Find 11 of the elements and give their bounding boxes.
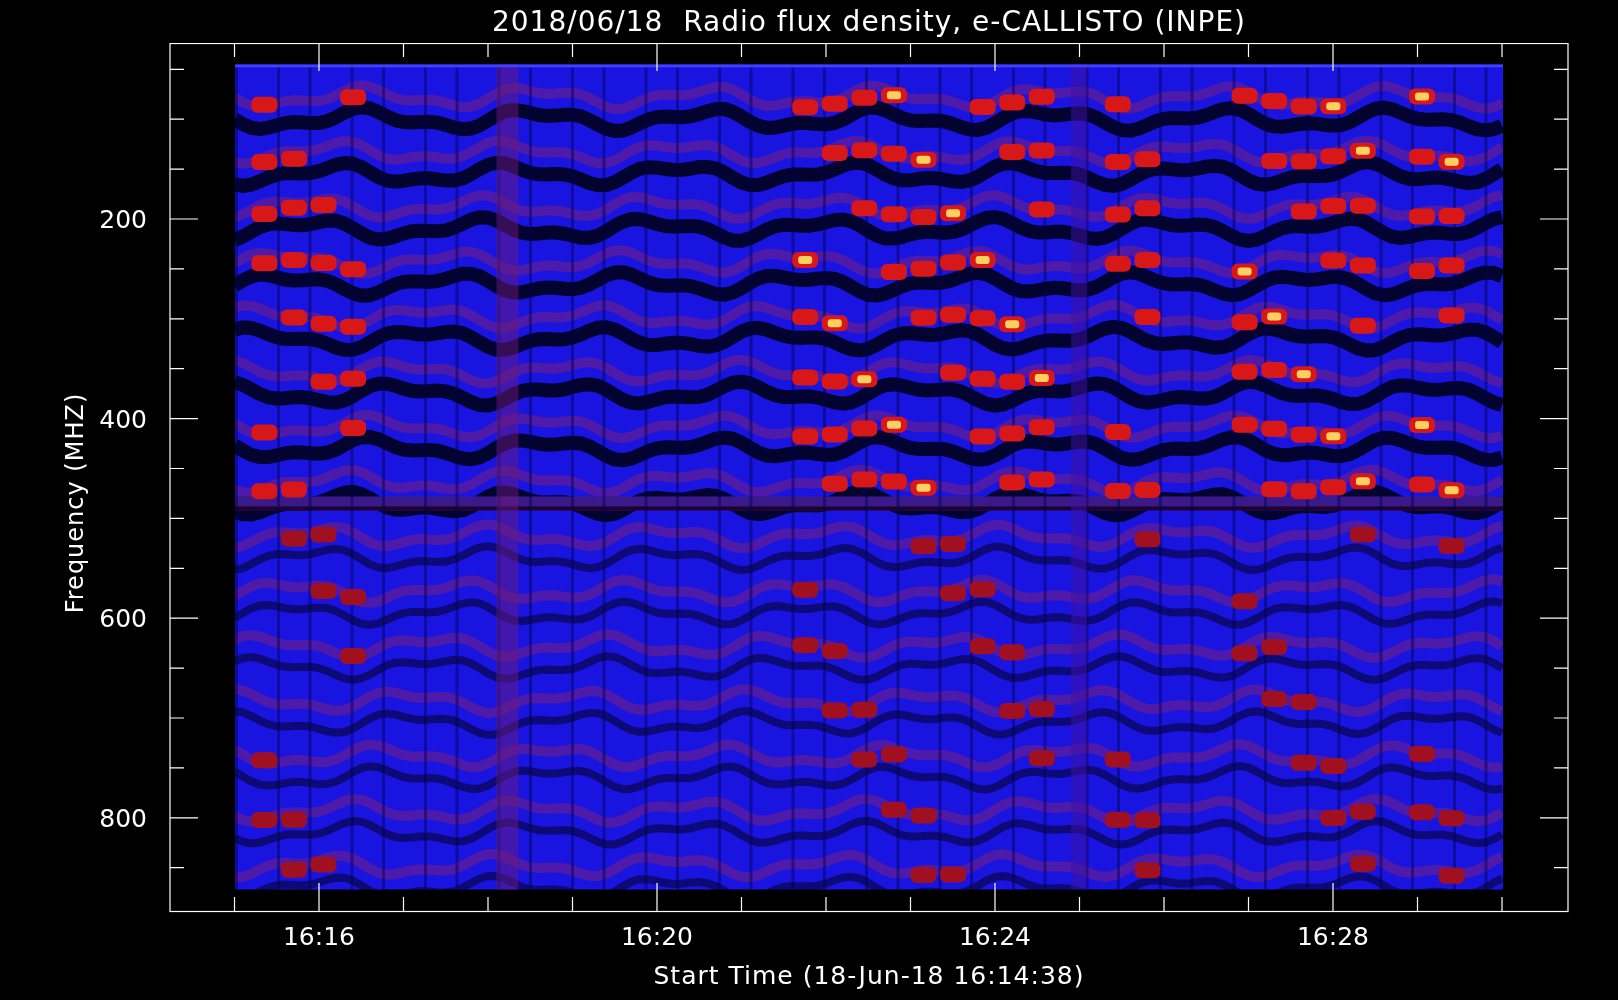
tick-label: 800 bbox=[100, 803, 147, 833]
chart-title: 2018/06/18 Radio flux density, e-CALLISTO (INPE) bbox=[492, 5, 1246, 38]
axis-label: Frequency (MHZ) bbox=[61, 392, 89, 614]
tick-label: 16:20 bbox=[621, 922, 693, 951]
tick-label: 16:16 bbox=[283, 922, 355, 951]
tick-label: 16:28 bbox=[1297, 922, 1369, 951]
tick-label: 400 bbox=[100, 404, 147, 434]
tick-label: 600 bbox=[100, 604, 147, 634]
axis-label: Start Time (18-Jun-18 16:14:38) bbox=[653, 963, 1085, 988]
tick-label: 200 bbox=[100, 205, 147, 234]
tick-label: 16:24 bbox=[959, 922, 1031, 951]
